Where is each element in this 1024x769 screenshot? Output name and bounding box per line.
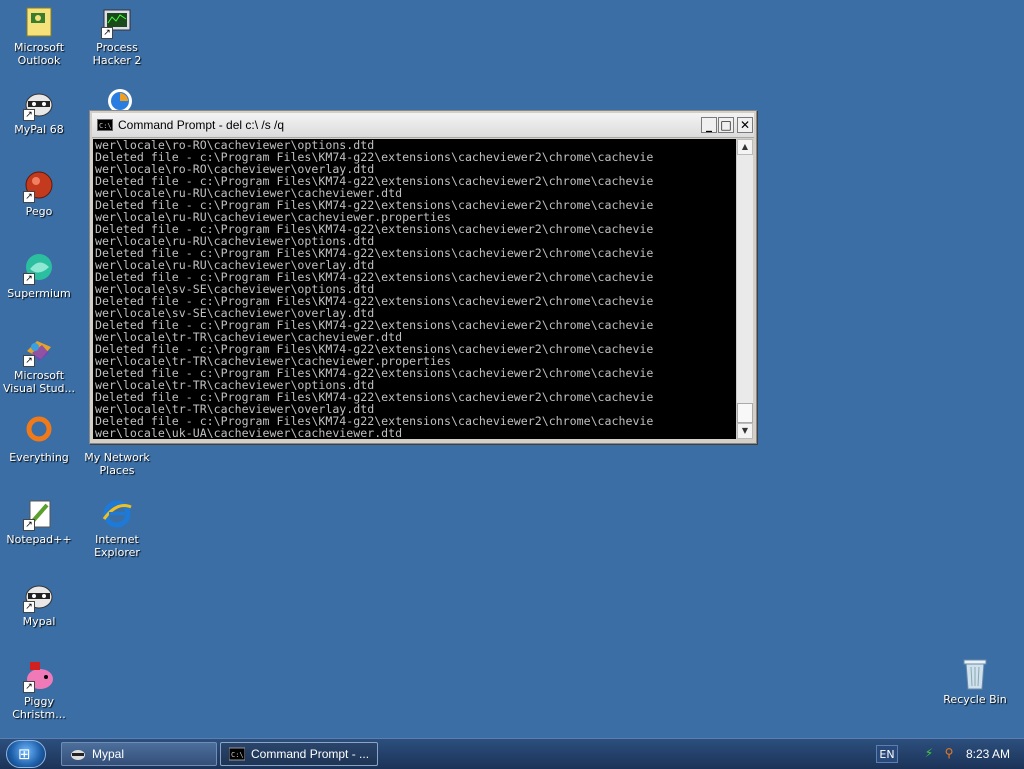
icon-label: Microsoft Visual Stud... xyxy=(2,369,76,395)
desktop-icon-recycle-bin[interactable]: Recycle Bin xyxy=(936,657,1014,706)
network-tray-icon[interactable]: ⚡ xyxy=(922,746,936,760)
desktop-icon-microsoft-outlook[interactable]: Microsoft Outlook xyxy=(0,5,78,67)
windows-logo-icon: ⊞ xyxy=(18,745,31,763)
process-hacker-icon: ↗ xyxy=(100,5,134,39)
language-indicator[interactable]: EN xyxy=(876,745,898,763)
scroll-down-arrow-icon[interactable]: ▼ xyxy=(737,423,753,439)
taskbar-item-mypal[interactable]: Mypal xyxy=(61,742,217,766)
outlook-icon xyxy=(22,5,56,39)
console-line: wer\locale\uk-UA\cacheviewer\cacheviewer… xyxy=(95,426,403,439)
supermium-icon: ↗ xyxy=(22,251,56,285)
icon-label: Everything xyxy=(9,451,69,464)
icon-label: My Network Places xyxy=(84,451,150,477)
window-title: Command Prompt - del c:\ /s /q xyxy=(118,118,285,132)
desktop-icon-piggy-christmas[interactable]: ↗ Piggy Christm... xyxy=(0,659,78,721)
shortcut-arrow-icon: ↗ xyxy=(23,355,35,367)
console-icon: C:\ xyxy=(229,747,245,761)
shortcut-arrow-icon: ↗ xyxy=(23,109,35,121)
search-tray-icon[interactable]: ⚲ xyxy=(942,746,956,760)
icon-label: Microsoft Outlook xyxy=(13,41,65,67)
icon-label: Piggy Christm... xyxy=(12,695,66,721)
icon-label: Notepad++ xyxy=(6,533,72,546)
shortcut-arrow-icon: ↗ xyxy=(23,191,35,203)
raccoon-icon: ↗ xyxy=(22,579,56,613)
everything-search-icon xyxy=(22,415,56,449)
internet-explorer-icon xyxy=(100,497,134,531)
close-button[interactable]: ✕ xyxy=(737,117,753,133)
shortcut-arrow-icon: ↗ xyxy=(23,273,35,285)
pego-icon: ↗ xyxy=(22,169,56,203)
icon-label: Process Hacker 2 xyxy=(92,41,142,67)
desktop-icon-mypal-68[interactable]: ↗ MyPal 68 xyxy=(0,87,78,136)
shortcut-arrow-icon: ↗ xyxy=(23,519,35,531)
desktop-icon-visual-studio[interactable]: ↗ Microsoft Visual Stud... xyxy=(0,333,78,395)
minimize-button[interactable]: _ xyxy=(701,117,717,133)
start-button[interactable]: ⊞ xyxy=(6,740,46,768)
icon-label: Pego xyxy=(25,205,53,218)
desktop-icon-process-hacker[interactable]: ↗ Process Hacker 2 xyxy=(78,5,156,67)
shortcut-arrow-icon: ↗ xyxy=(23,681,35,693)
piggy-icon: ↗ xyxy=(22,659,56,693)
taskbar: ⊞ Mypal C:\ Command Prompt - ... EN ⚡ ⚲ … xyxy=(0,738,1024,769)
icon-label: Mypal xyxy=(22,615,56,628)
notepad-plus-plus-icon: ↗ xyxy=(22,497,56,531)
icon-label: MyPal 68 xyxy=(14,123,64,136)
desktop-icon-supermium[interactable]: ↗ Supermium xyxy=(0,251,78,300)
command-prompt-window[interactable]: C:\ Command Prompt - del c:\ /s /q _ □ ✕… xyxy=(89,110,757,444)
vertical-scrollbar[interactable]: ▲ ▼ xyxy=(736,139,753,439)
desktop-icon-everything[interactable]: Everything xyxy=(0,415,78,464)
taskbar-item-label: Command Prompt - ... xyxy=(251,747,370,761)
shortcut-arrow-icon: ↗ xyxy=(23,601,35,613)
desktop-icon-mypal[interactable]: ↗ Mypal xyxy=(0,579,78,628)
desktop-icon-internet-explorer[interactable]: Internet Explorer xyxy=(78,497,156,559)
scroll-thumb[interactable] xyxy=(737,403,753,423)
taskbar-item-command-prompt[interactable]: C:\ Command Prompt - ... xyxy=(220,742,378,766)
desktop-icon-pego[interactable]: ↗ Pego xyxy=(0,169,78,218)
icon-label: Internet Explorer xyxy=(94,533,140,559)
icon-label: Supermium xyxy=(7,287,71,300)
visual-studio-icon: ↗ xyxy=(22,333,56,367)
taskbar-item-label: Mypal xyxy=(92,747,125,761)
scroll-up-arrow-icon[interactable]: ▲ xyxy=(737,139,753,155)
icon-label: Recycle Bin xyxy=(943,693,1007,706)
maximize-button[interactable]: □ xyxy=(718,117,734,133)
recycle-bin-icon xyxy=(958,657,992,691)
console-icon: C:\ xyxy=(97,119,113,131)
shortcut-arrow-icon: ↗ xyxy=(101,27,113,39)
window-titlebar[interactable]: C:\ Command Prompt - del c:\ /s /q _ □ ✕ xyxy=(92,113,754,138)
raccoon-icon xyxy=(71,750,85,760)
console-output[interactable]: wer\locale\ro-RO\cacheviewer\options.dtd… xyxy=(93,139,736,439)
clock[interactable]: 8:23 AM xyxy=(966,747,1010,761)
svg-text:C:\: C:\ xyxy=(231,751,244,759)
raccoon-icon: ↗ xyxy=(22,87,56,121)
desktop-icon-notepad-plus-plus[interactable]: ↗ Notepad++ xyxy=(0,497,78,546)
